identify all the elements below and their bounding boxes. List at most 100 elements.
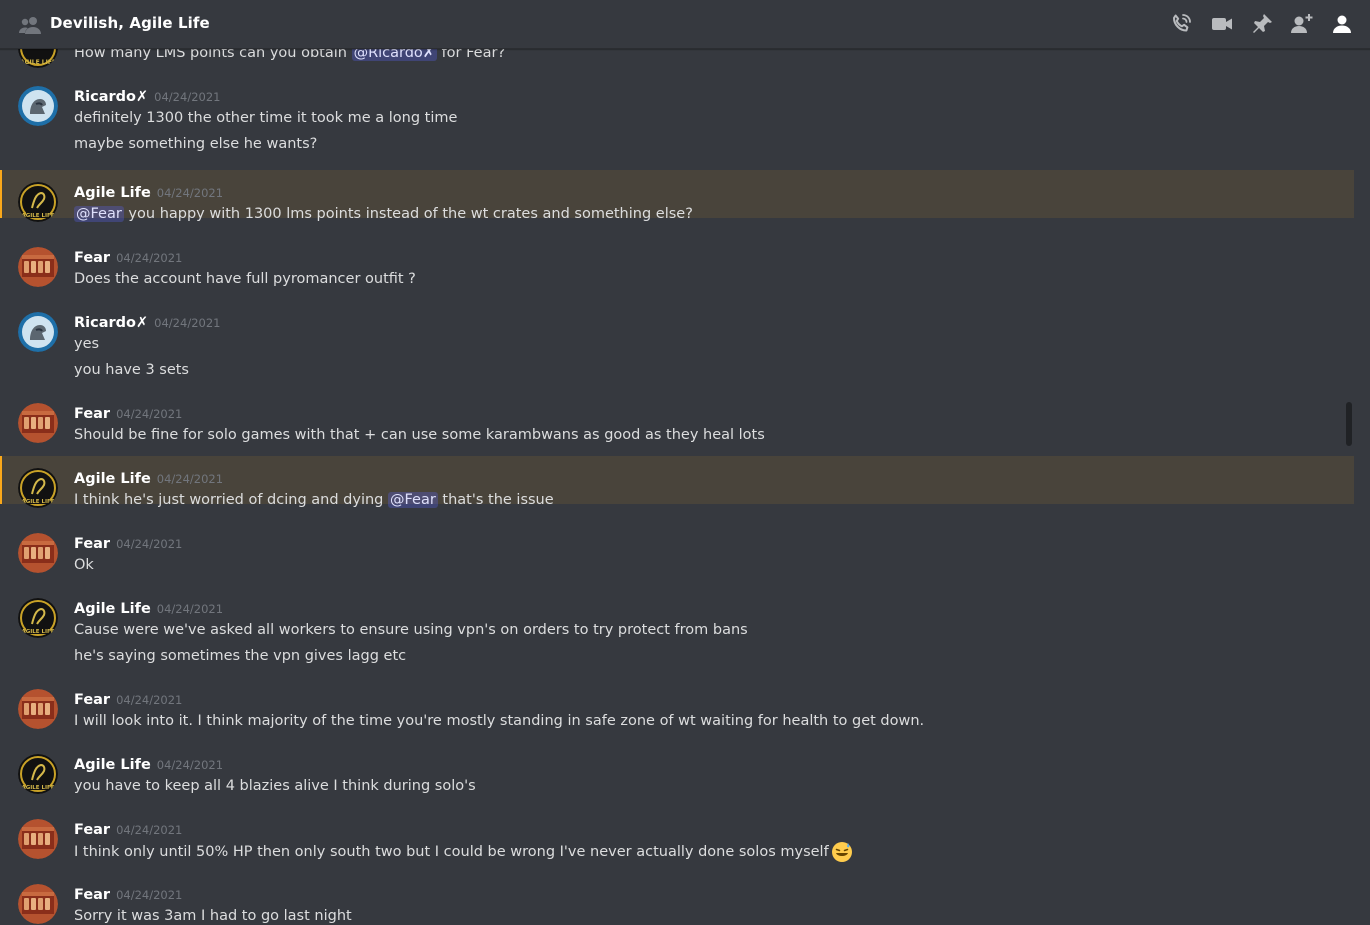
message-text: yes [74, 334, 99, 354]
message-text-segment: you happy with 1300 lms points instead o… [123, 206, 693, 222]
message[interactable]: Fear 04/24/2021 Should be fine for solo ga… [0, 395, 1354, 443]
avatar-agile[interactable]: AGILE LIFE [18, 754, 58, 794]
timestamp[interactable]: 04/24/2021 [157, 758, 223, 772]
author-name-agile-life[interactable]: Agile Life [74, 757, 151, 773]
message-header: Fear 04/24/2021 [74, 533, 182, 552]
svg-text:AGILE LIFE: AGILE LIFE [21, 213, 54, 219]
message[interactable]: AGILE LIFE Agile Life 04/24/2021 you have t… [0, 746, 1354, 794]
message-text-segment: Sorry it was 3am I had to go last night [74, 908, 352, 924]
svg-text:AGILE LIFE: AGILE LIFE [21, 785, 54, 791]
timestamp[interactable]: 04/24/2021 [154, 316, 220, 330]
message-header: Ricardo✗ 04/24/2021 [74, 312, 220, 331]
message[interactable]: AGILE LIFE Agile Life 04/24/2021 Cause were… [0, 590, 1354, 664]
scrollbar-thumb[interactable] [1346, 402, 1352, 446]
add-friend-icon[interactable] [1290, 12, 1314, 36]
timestamp[interactable]: 04/24/2021 [116, 251, 182, 265]
author-name-fear[interactable]: Fear [74, 692, 110, 708]
message-text-segment: you have 3 sets [74, 362, 189, 378]
avatar-ricardo[interactable] [18, 86, 58, 126]
author-name-agile-life[interactable]: Agile Life [74, 471, 151, 487]
message-text: maybe something else he wants? [74, 134, 317, 154]
author-name-fear[interactable]: Fear [74, 822, 110, 838]
message-header: Fear 04/24/2021 [74, 689, 182, 708]
message-text-segment: maybe something else he wants? [74, 136, 318, 152]
message-text: Ok [74, 555, 94, 575]
message-header: Agile Life 04/24/2021 [74, 754, 223, 773]
message-header: Fear 04/24/2021 [74, 819, 182, 838]
message[interactable]: Fear 04/24/2021 Ok [0, 525, 1354, 573]
sweat-smile-emoji[interactable] [831, 841, 853, 863]
avatar-fear[interactable] [18, 247, 58, 287]
avatar-fear[interactable] [18, 533, 58, 573]
timestamp[interactable]: 04/24/2021 [116, 537, 182, 551]
message-text: he's saying sometimes the vpn gives lagg… [74, 646, 406, 666]
message-text-segment: he's saying sometimes the vpn gives lagg… [74, 648, 407, 664]
message-text: I will look into it. I think majority of… [74, 711, 924, 731]
message[interactable]: Fear 04/24/2021 I will look into it. I thi… [0, 681, 1354, 729]
message-text-segment: I will look into it. I think majority of… [74, 713, 925, 729]
channel-header: Devilish, Agile Life [0, 0, 1370, 49]
message-header: Agile Life 04/24/2021 [74, 468, 223, 487]
author-name-fear[interactable]: Fear [74, 887, 110, 903]
message-text: Should be fine for solo games with that … [74, 425, 765, 445]
scrollbar-track[interactable] [1346, 49, 1354, 925]
pin-icon[interactable] [1250, 12, 1274, 36]
video-call-icon[interactable] [1210, 12, 1234, 36]
svg-text:AGILE LIFE: AGILE LIFE [21, 499, 54, 505]
author-name-fear[interactable]: Fear [74, 250, 110, 266]
message-text: @Fear you happy with 1300 lms points ins… [74, 204, 693, 224]
message-text: you have 3 sets [74, 360, 189, 380]
message[interactable]: AGILE LIFE Agile Life 04/24/2021 I think he… [0, 456, 1354, 508]
message-text: definitely 1300 the other time it took m… [74, 108, 457, 128]
channel-title: Devilish, Agile Life [50, 14, 210, 32]
timestamp[interactable]: 04/24/2021 [116, 407, 182, 421]
message[interactable]: Ricardo✗ 04/24/2021 definitely 1300 the ot… [0, 78, 1354, 152]
message-text-segment: yes [74, 336, 100, 352]
message-header: Agile Life 04/24/2021 [74, 182, 223, 201]
message-text: Cause were we've asked all workers to en… [74, 620, 748, 640]
author-name-ricardo[interactable]: Ricardo✗ [74, 89, 148, 105]
message-text-segment: Cause were we've asked all workers to en… [74, 622, 748, 638]
user-mention[interactable]: @Fear [387, 492, 438, 508]
message-header: Ricardo✗ 04/24/2021 [74, 86, 220, 105]
message-header: Fear 04/24/2021 [74, 884, 182, 903]
message-text-segment: Does the account have full pyromancer ou… [74, 271, 416, 287]
message[interactable]: Fear 04/24/2021 I think only until 50% HP … [0, 811, 1354, 862]
svg-text:AGILE LIFE: AGILE LIFE [21, 629, 54, 635]
message-text-segment: I think he's just worried of dcing and d… [74, 492, 388, 508]
message[interactable]: AGILE LIFE Agile Life 04/24/2021 @Fear you … [0, 170, 1354, 222]
avatar-agile[interactable]: AGILE LIFE [18, 468, 58, 508]
message-text-segment: Ok [74, 557, 94, 573]
message[interactable]: Fear 04/24/2021 Does the account have full… [0, 239, 1354, 287]
avatar-agile[interactable]: AGILE LIFE [18, 598, 58, 638]
svg-text:AGILE LIFE: AGILE LIFE [20, 59, 56, 66]
avatar-fear[interactable] [18, 689, 58, 729]
author-name-agile-life[interactable]: Agile Life [74, 185, 151, 201]
user-mention[interactable]: @Fear [74, 206, 124, 222]
message-text: I think he's just worried of dcing and d… [74, 490, 554, 510]
timestamp[interactable]: 04/24/2021 [157, 186, 223, 200]
timestamp[interactable]: 04/24/2021 [116, 693, 182, 707]
author-name-fear[interactable]: Fear [74, 406, 110, 422]
timestamp[interactable]: 04/24/2021 [157, 602, 223, 616]
timestamp[interactable]: 04/24/2021 [116, 888, 182, 902]
author-name-agile-life[interactable]: Agile Life [74, 601, 151, 617]
voice-call-icon[interactable] [1169, 12, 1193, 36]
timestamp[interactable]: 04/24/2021 [116, 823, 182, 837]
message-text-segment: Should be fine for solo games with that … [74, 427, 765, 443]
author-name-ricardo[interactable]: Ricardo✗ [74, 315, 148, 331]
timestamp[interactable]: 04/24/2021 [154, 90, 220, 104]
message-text-segment: definitely 1300 the other time it took m… [74, 110, 458, 126]
avatar-fear[interactable] [18, 884, 58, 924]
avatar-agile[interactable]: AGILE LIFE [18, 182, 58, 222]
timestamp[interactable]: 04/24/2021 [157, 472, 223, 486]
avatar-fear[interactable] [18, 819, 58, 859]
member-list-icon[interactable] [1330, 12, 1354, 36]
avatar-ricardo[interactable] [18, 312, 58, 352]
author-name-fear[interactable]: Fear [74, 536, 110, 552]
avatar-fear[interactable] [18, 403, 58, 443]
message[interactable]: Fear 04/24/2021 Sorry it was 3am I had to … [0, 876, 1354, 924]
message[interactable]: Ricardo✗ 04/24/2021 yes you have 3 sets [0, 304, 1354, 378]
message-header: Agile Life 04/24/2021 [74, 598, 223, 617]
group-dm-icon [19, 17, 41, 34]
